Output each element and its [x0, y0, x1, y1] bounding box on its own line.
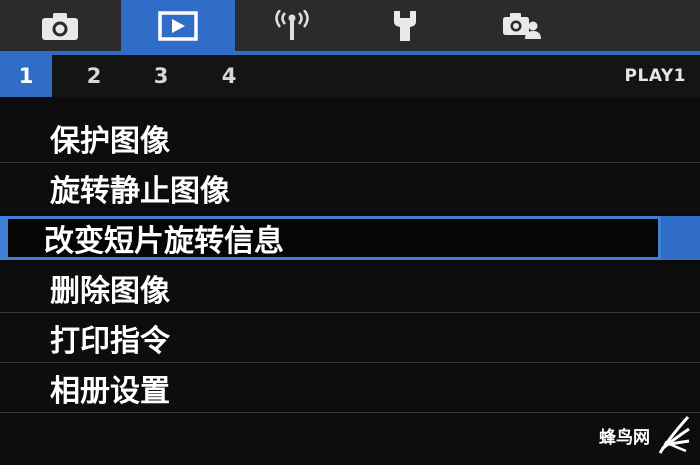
menu-item-label: 删除图像	[50, 274, 170, 309]
page-tab-1[interactable]: 1	[0, 55, 52, 97]
menu-item-protect-images[interactable]: 保护图像	[0, 113, 700, 163]
divider	[0, 412, 700, 413]
play-icon	[158, 10, 198, 41]
tab-playback[interactable]	[121, 0, 235, 51]
page-tab-2[interactable]: 2	[68, 55, 120, 97]
wrench-icon	[394, 10, 416, 41]
page-tab-3[interactable]: 3	[135, 55, 187, 97]
custom-camera-icon	[503, 12, 541, 39]
page-strip: 1 2 3 4 PLAY1	[0, 55, 700, 97]
watermark-text: 蜂鸟网	[599, 427, 650, 448]
menu-item-change-movie-rotation[interactable]: 改变短片旋转信息	[0, 213, 700, 263]
menu-item-label: 保护图像	[50, 124, 170, 159]
menu-item-label: 相册设置	[50, 374, 170, 409]
top-tab-bar	[0, 0, 700, 51]
menu-item-label: 旋转静止图像	[50, 174, 230, 209]
menu-item-print-order[interactable]: 打印指令	[0, 313, 700, 363]
watermark: 蜂鸟网	[599, 415, 690, 455]
menu-page-label: PLAY1	[624, 66, 686, 86]
menu-item-photobook-setup[interactable]: 相册设置	[0, 363, 700, 413]
bird-logo-icon	[658, 415, 690, 454]
tab-shooting[interactable]	[30, 0, 90, 51]
tab-setup[interactable]	[375, 0, 435, 51]
menu-item-erase-images[interactable]: 删除图像	[0, 263, 700, 313]
selection-edge	[0, 216, 8, 260]
page-tab-4[interactable]: 4	[203, 55, 255, 97]
tab-wireless[interactable]	[262, 0, 322, 51]
menu-item-rotate-stills[interactable]: 旋转静止图像	[0, 163, 700, 213]
wireless-icon	[275, 9, 309, 40]
menu-item-label: 改变短片旋转信息	[44, 224, 284, 259]
selection-rail	[661, 216, 700, 260]
camera-icon	[42, 12, 78, 40]
menu-item-label: 打印指令	[50, 324, 170, 359]
tab-my-menu[interactable]	[490, 0, 552, 51]
